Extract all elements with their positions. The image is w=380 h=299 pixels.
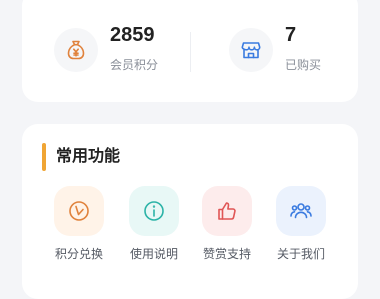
points-exchange-button[interactable]: 积分兑换 [44,186,114,262]
store-icon [229,28,273,72]
tip-support-button[interactable]: 赞赏支持 [192,186,262,262]
member-stats-card: 2859 会员积分 7 已购买 [22,0,358,102]
team-icon [276,186,326,236]
info-icon [129,186,179,236]
purchased-label: 已购买 [285,58,322,72]
purchased-stat[interactable]: 7 已购买 [229,24,322,73]
instructions-label: 使用说明 [129,247,178,261]
tip-support-label: 赞赏支持 [202,247,251,261]
stats-divider [190,32,191,72]
section-title: 常用功能 [56,148,121,165]
points-exchange-label: 积分兑换 [54,247,103,261]
common-functions-card: 常用功能 积分兑换 使用说明 赞赏支持 关于我们 [22,124,358,299]
section-accent-bar [42,143,46,171]
points-stat[interactable]: 2859 会员积分 [54,24,159,73]
instructions-button[interactable]: 使用说明 [119,186,189,262]
about-us-button[interactable]: 关于我们 [266,186,336,262]
points-value: 2859 [110,24,155,46]
purchased-value: 7 [285,24,297,46]
exchange-icon [54,186,104,236]
about-us-label: 关于我们 [276,247,325,261]
money-bag-icon [54,28,98,72]
thumbs-up-icon [202,186,252,236]
points-label: 会员积分 [110,58,159,72]
